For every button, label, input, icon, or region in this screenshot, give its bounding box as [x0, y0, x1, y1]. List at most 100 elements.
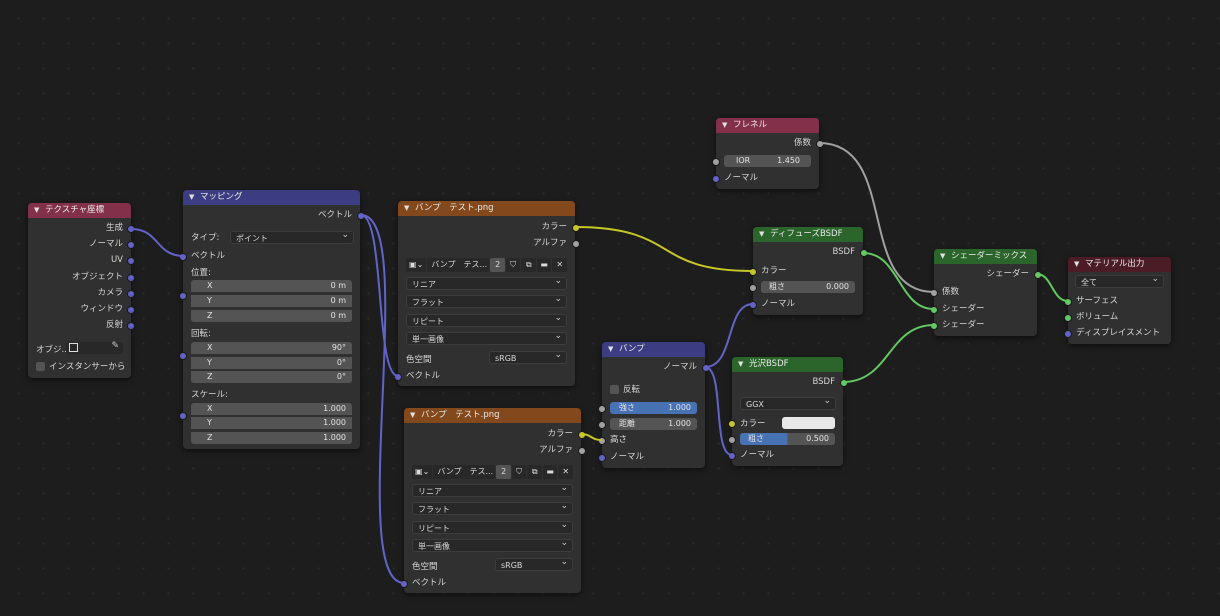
color-swatch[interactable]: [782, 417, 835, 429]
socket-vector[interactable]: [400, 580, 408, 588]
interpolation-dropdown[interactable]: リニア: [412, 482, 573, 497]
socket-shader-1[interactable]: [930, 306, 938, 314]
node-header[interactable]: ▼ 光沢BSDF: [732, 357, 843, 372]
duplicate-icon[interactable]: ⧉: [521, 258, 536, 272]
object-field[interactable]: ✎: [66, 341, 123, 354]
node-header[interactable]: ▼ バンプ: [602, 342, 705, 357]
chevron-down-icon[interactable]: ▼: [738, 357, 746, 372]
socket-surface[interactable]: [1064, 298, 1072, 306]
texture-coordinate-node[interactable]: ▼ テクスチャ座標 生成 ノーマル UV オブジェクト カメラ ウィンドウ 反射 …: [28, 203, 135, 378]
node-header[interactable]: ▼ フレネル: [716, 118, 819, 133]
location-z-field[interactable]: Z 0 m: [191, 310, 352, 322]
socket-distance[interactable]: [598, 421, 606, 429]
roughness-field[interactable]: 粗さ 0.000: [761, 281, 855, 293]
socket-rotation[interactable]: [179, 352, 187, 360]
socket-input-normal[interactable]: [598, 454, 606, 462]
socket-normal[interactable]: [127, 241, 135, 249]
socket-color[interactable]: [749, 268, 757, 276]
folder-icon[interactable]: ▬: [542, 465, 558, 479]
chevron-down-icon[interactable]: ▼: [1074, 257, 1082, 272]
image-selector[interactable]: ▣⌄ バンプ テス... 2 ⛉ ⧉ ▬ ✕: [406, 258, 567, 272]
node-header[interactable]: ▼ テクスチャ座標: [28, 203, 131, 218]
node-header[interactable]: ▼ バンプ テスト.png: [398, 201, 575, 216]
chevron-down-icon[interactable]: ▼: [608, 342, 616, 357]
socket-color[interactable]: [578, 431, 586, 439]
user-count[interactable]: 2: [496, 465, 511, 479]
source-dropdown[interactable]: 単一画像: [406, 330, 567, 345]
socket-alpha[interactable]: [572, 240, 580, 248]
bump-node[interactable]: ▼ バンプ ノーマル 反転 強さ 1.000 距離 1.000 高さ ノーマル: [598, 342, 710, 468]
image-name[interactable]: バンプ テス...: [433, 465, 496, 479]
socket-camera[interactable]: [127, 290, 135, 298]
socket-shader-2[interactable]: [930, 322, 938, 330]
folder-icon[interactable]: ▬: [536, 258, 552, 272]
colorspace-dropdown[interactable]: sRGB: [489, 349, 567, 364]
socket-normal[interactable]: [749, 301, 757, 309]
socket-output-normal[interactable]: [702, 364, 710, 372]
roughness-field[interactable]: 粗さ 0.500: [740, 433, 835, 445]
distribution-dropdown[interactable]: GGX: [740, 395, 836, 410]
socket-fac[interactable]: [816, 140, 824, 148]
socket-roughness[interactable]: [728, 436, 736, 444]
image-name[interactable]: バンプ テス...: [427, 258, 490, 272]
node-header[interactable]: ▼ バンプ テスト.png: [404, 408, 581, 423]
socket-normal[interactable]: [712, 175, 720, 183]
socket-fac[interactable]: [930, 289, 938, 297]
socket-generated[interactable]: [127, 225, 135, 233]
colorspace-dropdown[interactable]: sRGB: [495, 556, 573, 571]
glossy-bsdf-node[interactable]: ▼光沢BSDF BSDF GGX カラー 粗さ 0.500 ノーマル: [728, 357, 848, 466]
ior-field[interactable]: IOR 1.450: [724, 155, 811, 167]
scale-y-field[interactable]: Y 1.000: [191, 417, 352, 429]
material-output-node[interactable]: ▼マテリアル出力 全て サーフェス ボリューム ディスプレイスメント: [1064, 257, 1171, 344]
chevron-down-icon[interactable]: ▼: [404, 201, 412, 216]
extension-dropdown[interactable]: リピート: [412, 519, 573, 534]
user-count[interactable]: 2: [490, 258, 505, 272]
socket-uv[interactable]: [127, 257, 135, 265]
socket-output-vector[interactable]: [357, 212, 365, 220]
target-dropdown[interactable]: 全て: [1075, 273, 1164, 288]
strength-field[interactable]: 強さ 1.000: [610, 402, 697, 414]
chevron-down-icon[interactable]: ▼: [759, 227, 767, 242]
image-selector[interactable]: ▣⌄ バンプ テス... 2 ⛉ ⧉ ▬ ✕: [412, 465, 573, 479]
type-dropdown[interactable]: ポイント: [230, 229, 354, 244]
invert-checkbox[interactable]: [610, 385, 619, 394]
node-header[interactable]: ▼ マテリアル出力: [1068, 257, 1171, 272]
mix-shader-node[interactable]: ▼ シェーダーミックス シェーダー 係数 シェーダー シェーダー: [930, 249, 1042, 336]
projection-dropdown[interactable]: フラット: [412, 500, 573, 515]
chevron-down-icon[interactable]: ▼: [410, 408, 418, 423]
scale-z-field[interactable]: Z 1.000: [191, 432, 352, 444]
image-texture-node-1[interactable]: ▼ バンプ テスト.png カラー アルファ ▣⌄ バンプ テス... 2 ⛉ ⧉…: [394, 201, 580, 386]
shield-icon[interactable]: ⛉: [511, 465, 527, 479]
socket-strength[interactable]: [598, 405, 606, 413]
distance-field[interactable]: 距離 1.000: [610, 418, 697, 430]
extension-dropdown[interactable]: リピート: [406, 312, 567, 327]
image-browse-icon[interactable]: ▣⌄: [412, 465, 433, 479]
socket-color[interactable]: [572, 224, 580, 232]
projection-dropdown[interactable]: フラット: [406, 293, 567, 308]
eyedropper-icon[interactable]: ✎: [111, 341, 119, 351]
socket-window[interactable]: [127, 306, 135, 314]
node-header[interactable]: ▼ マッピング: [183, 190, 360, 205]
socket-alpha[interactable]: [578, 447, 586, 455]
socket-volume[interactable]: [1064, 314, 1072, 322]
chevron-down-icon[interactable]: ▼: [34, 203, 42, 218]
source-dropdown[interactable]: 単一画像: [412, 537, 573, 552]
socket-object[interactable]: [127, 274, 135, 282]
socket-bsdf[interactable]: [860, 249, 868, 257]
socket-reflection[interactable]: [127, 322, 135, 330]
close-icon[interactable]: ✕: [558, 465, 573, 479]
rotation-z-field[interactable]: Z 0°: [191, 371, 352, 383]
socket-normal[interactable]: [728, 452, 736, 460]
node-header[interactable]: ▼ ディフューズBSDF: [753, 227, 863, 242]
socket-location[interactable]: [179, 292, 187, 300]
socket-color[interactable]: [728, 420, 736, 428]
interpolation-dropdown[interactable]: リニア: [406, 275, 567, 290]
socket-height[interactable]: [598, 437, 606, 445]
scale-x-field[interactable]: X 1.000: [191, 403, 352, 415]
chevron-down-icon[interactable]: ▼: [722, 118, 730, 133]
socket-ior[interactable]: [712, 158, 720, 166]
socket-input-vector[interactable]: [179, 253, 187, 261]
rotation-y-field[interactable]: Y 0°: [191, 357, 352, 369]
fresnel-node[interactable]: ▼ フレネル 係数 IOR 1.450 ノーマル: [712, 118, 824, 189]
shield-icon[interactable]: ⛉: [505, 258, 521, 272]
